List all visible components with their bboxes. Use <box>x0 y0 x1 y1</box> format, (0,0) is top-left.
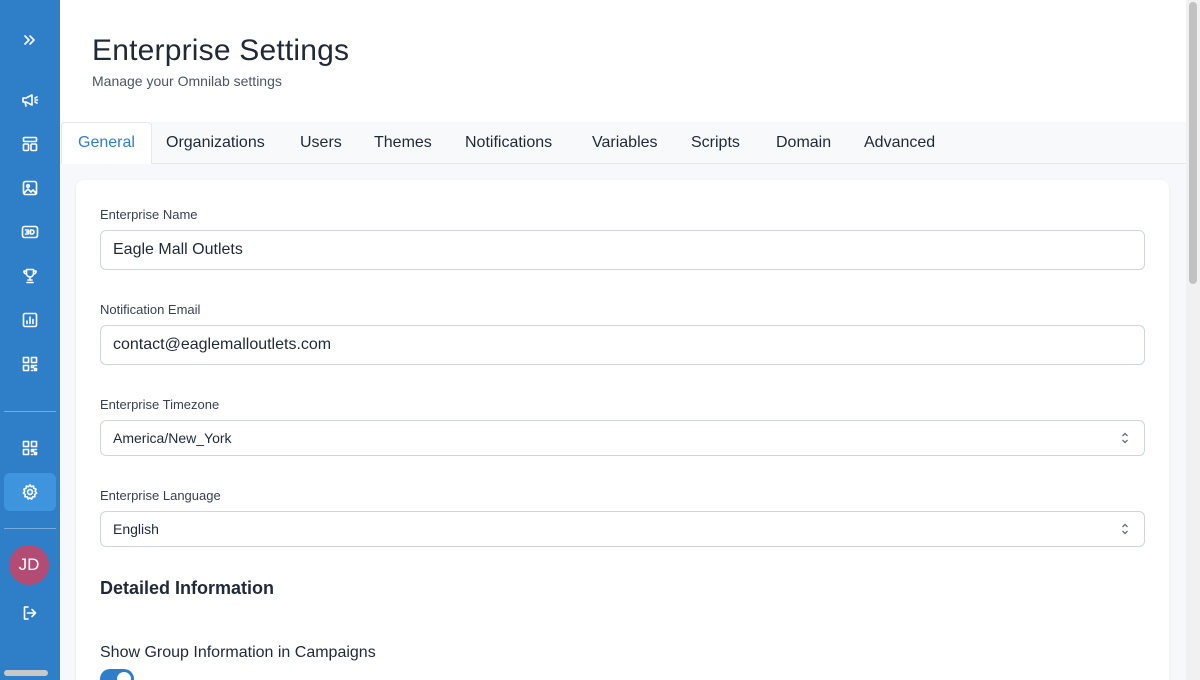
tab-themes[interactable]: Themes <box>358 122 448 164</box>
general-settings-card: Enterprise Name Notification Email Enter… <box>76 180 1169 680</box>
sidebar-item-qr-codes[interactable] <box>4 345 56 383</box>
sidebar-item-rewards[interactable] <box>4 257 56 295</box>
app: JD Enterprise Settings Manage your Omnil… <box>0 0 1200 680</box>
gear-icon <box>22 484 38 500</box>
chevron-up-down-icon <box>1120 431 1130 445</box>
timezone-value: America/New_York <box>113 430 232 446</box>
enterprise-name-label: Enterprise Name <box>100 207 198 222</box>
page-header: Enterprise Settings Manage your Omnilab … <box>60 0 1186 122</box>
logout-icon <box>23 606 37 620</box>
detailed-information-heading: Detailed Information <box>100 578 275 598</box>
trophy-icon <box>23 268 37 284</box>
sidebar: JD <box>0 0 60 680</box>
vertical-scrollbar-thumb[interactable] <box>1189 2 1197 284</box>
page-title: Enterprise Settings <box>92 34 350 67</box>
notification-email-input[interactable] <box>100 325 1145 365</box>
language-label: Enterprise Language <box>100 488 221 503</box>
sidebar-divider <box>4 411 56 412</box>
settings-tabs: General Organizations Users Themes Notif… <box>60 122 1186 164</box>
qr-code-icon <box>22 356 38 372</box>
sidebar-item-qr-manager[interactable] <box>4 429 56 467</box>
tab-domain[interactable]: Domain <box>760 122 847 164</box>
logout-button[interactable] <box>4 594 56 632</box>
tab-general[interactable]: General <box>61 122 152 164</box>
tab-notifications[interactable]: Notifications <box>449 122 568 164</box>
megaphone-icon <box>22 94 39 107</box>
sidebar-item-analytics[interactable] <box>4 301 56 339</box>
chevron-up-down-icon <box>1120 522 1130 536</box>
language-select[interactable]: English <box>100 511 1145 547</box>
bar-chart-icon <box>22 312 38 328</box>
3d-icon <box>21 225 39 239</box>
page-subtitle: Manage your Omnilab settings <box>92 73 282 89</box>
sidebar-item-layouts[interactable] <box>4 125 56 163</box>
horizontal-scrollbar[interactable] <box>4 670 48 676</box>
enterprise-name-input[interactable] <box>100 230 1145 270</box>
tab-users[interactable]: Users <box>284 122 358 164</box>
chevrons-right-icon <box>24 35 35 45</box>
timezone-label: Enterprise Timezone <box>100 397 220 412</box>
image-icon <box>22 180 38 196</box>
tab-advanced[interactable]: Advanced <box>848 122 951 164</box>
sidebar-item-settings[interactable] <box>4 473 56 511</box>
tab-variables[interactable]: Variables <box>576 122 674 164</box>
tab-scripts[interactable]: Scripts <box>675 122 756 164</box>
avatar-initials: JD <box>18 555 40 574</box>
expand-sidebar-button[interactable] <box>4 21 56 59</box>
timezone-select[interactable]: America/New_York <box>100 420 1145 456</box>
qr-code-icon <box>22 440 38 456</box>
toggle-knob <box>117 672 131 680</box>
avatar[interactable]: JD <box>9 545 49 585</box>
sidebar-divider <box>4 528 56 529</box>
layout-icon <box>22 136 38 152</box>
sidebar-item-3d[interactable] <box>4 213 56 251</box>
tab-organizations[interactable]: Organizations <box>150 122 281 164</box>
show-group-info-toggle[interactable] <box>100 669 134 680</box>
sidebar-item-campaigns[interactable] <box>4 81 56 119</box>
sidebar-item-media[interactable] <box>4 169 56 207</box>
notification-email-label: Notification Email <box>100 302 201 317</box>
show-group-info-label: Show Group Information in Campaigns <box>100 644 376 661</box>
language-value: English <box>113 521 159 537</box>
